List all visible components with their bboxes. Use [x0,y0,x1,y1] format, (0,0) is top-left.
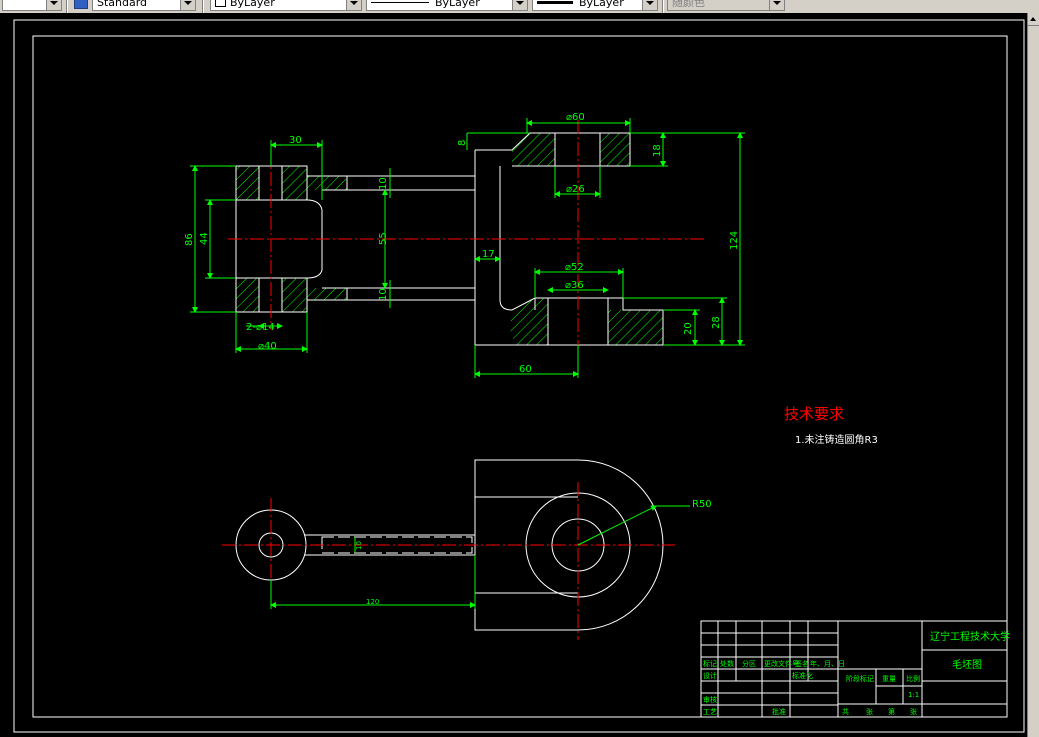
lineweight-line-icon [537,1,573,4]
plot-style-value: 随颜色 [672,0,705,9]
top-view-centerlines [222,482,675,640]
sheet-outer-border [13,19,1025,733]
dim-r50: R50 [692,499,712,510]
dim-2x14-dia: 2-⌀14 [246,322,275,333]
linetype-line-icon [371,2,429,3]
dim-36-dia: ⌀36 [565,280,584,291]
tb-label-stage-mark: 阶段标记 [846,674,874,683]
text-style-select[interactable]: Standard [92,0,196,11]
tb-label-process: 工艺 [703,708,717,716]
chevron-down-icon[interactable] [346,0,361,10]
tb-university: 辽宁工程技术大学 [930,630,1010,643]
tech-requirements-item-1: 1.未注铸造圆角R3 [795,433,878,446]
chevron-down-icon[interactable] [512,0,527,10]
linetype-value: ByLayer [435,0,480,9]
dim-120: 120 [366,598,379,606]
lineweight-value: ByLayer [579,0,624,9]
tb-label-total: 共 [842,707,849,716]
plot-style-select[interactable]: 随颜色 [667,0,785,11]
top-view-dimension-lines [270,505,690,609]
dim-60-dia: ⌀60 [566,112,585,123]
tb-label-sign: 签名 [795,659,809,668]
text-style-value: Standard [97,0,148,9]
dim-20: 20 [683,322,694,335]
dim-60: 60 [519,364,532,375]
dim-26-dia: ⌀26 [566,184,585,195]
properties-toolbar: Standard ByLayer ByLayer ByLayer 随颜色 [0,0,1039,13]
drawing-canvas[interactable]: 30 8 ⌀60 18 ⌀26 124 86 44 55 10 10 17 ⌀5… [0,13,1039,737]
tb-label-scale: 比例 [906,674,920,683]
tb-scale-value: 1:1 [908,691,919,699]
scroll-up-icon[interactable] [1028,13,1039,26]
color-swatch-icon [215,0,226,7]
tb-drawing-name: 毛坯图 [952,659,982,671]
dim-55: 55 [378,232,389,245]
toolbar-separator [662,0,664,13]
dim-30: 30 [289,135,302,146]
dim-10-top: 10 [378,177,389,190]
dim-44: 44 [199,232,210,245]
dim-28: 28 [711,316,722,329]
toolbar-separator [66,0,68,13]
tb-label-date: 年、月、日 [810,659,845,668]
chevron-down-icon[interactable] [642,0,657,10]
top-view: 120 R50 10 [222,459,712,640]
tb-label-sheet2: 张 [910,707,917,716]
prev-combo[interactable] [2,0,62,11]
dim-8: 8 [457,140,468,146]
tb-label-weight: 重量 [882,675,896,683]
dim-10-side: 10 [355,541,363,550]
tb-label-review: 审核 [703,695,717,704]
color-select[interactable]: ByLayer [210,0,362,11]
dim-40-dia: ⌀40 [258,341,277,352]
color-value: ByLayer [230,0,275,9]
tb-label-zone: 分区 [742,659,756,668]
vertical-scrollbar[interactable] [1027,13,1039,737]
tech-requirements-title: 技术要求 [784,405,844,423]
tb-label-count: 处数 [720,659,734,668]
dim-10-bottom: 10 [378,288,389,301]
tb-label-change-doc: 更改文件号 [764,659,799,668]
sheet-inner-border [32,35,1008,718]
linetype-select[interactable]: ByLayer [366,0,528,11]
lineweight-select[interactable]: ByLayer [532,0,658,11]
dim-52-dia: ⌀52 [565,262,584,273]
text-style-icon[interactable] [74,0,88,9]
dim-124: 124 [729,231,740,250]
chevron-down-icon[interactable] [46,0,61,10]
tb-label-standardization: 标准化 [792,671,813,680]
tb-label-sheet1: 张 [866,707,873,716]
toolbar-separator [202,0,204,13]
dim-86: 86 [184,233,195,246]
tb-label-approve: 批准 [772,707,786,716]
tb-label-no: 第 [888,707,895,716]
chevron-down-icon[interactable] [769,0,784,10]
chevron-down-icon[interactable] [180,0,195,10]
title-block: 标记 处数 分区 更改文件号 签名 年、月、日 设计 标准化 审核 工艺 批准 … [700,620,1010,718]
tb-label-design: 设计 [703,671,717,680]
section-view: 30 8 ⌀60 18 ⌀26 124 86 44 55 10 10 17 ⌀5… [184,112,745,378]
tb-label-mark: 标记 [703,659,717,668]
dim-18: 18 [652,144,663,157]
dim-17: 17 [482,249,495,260]
